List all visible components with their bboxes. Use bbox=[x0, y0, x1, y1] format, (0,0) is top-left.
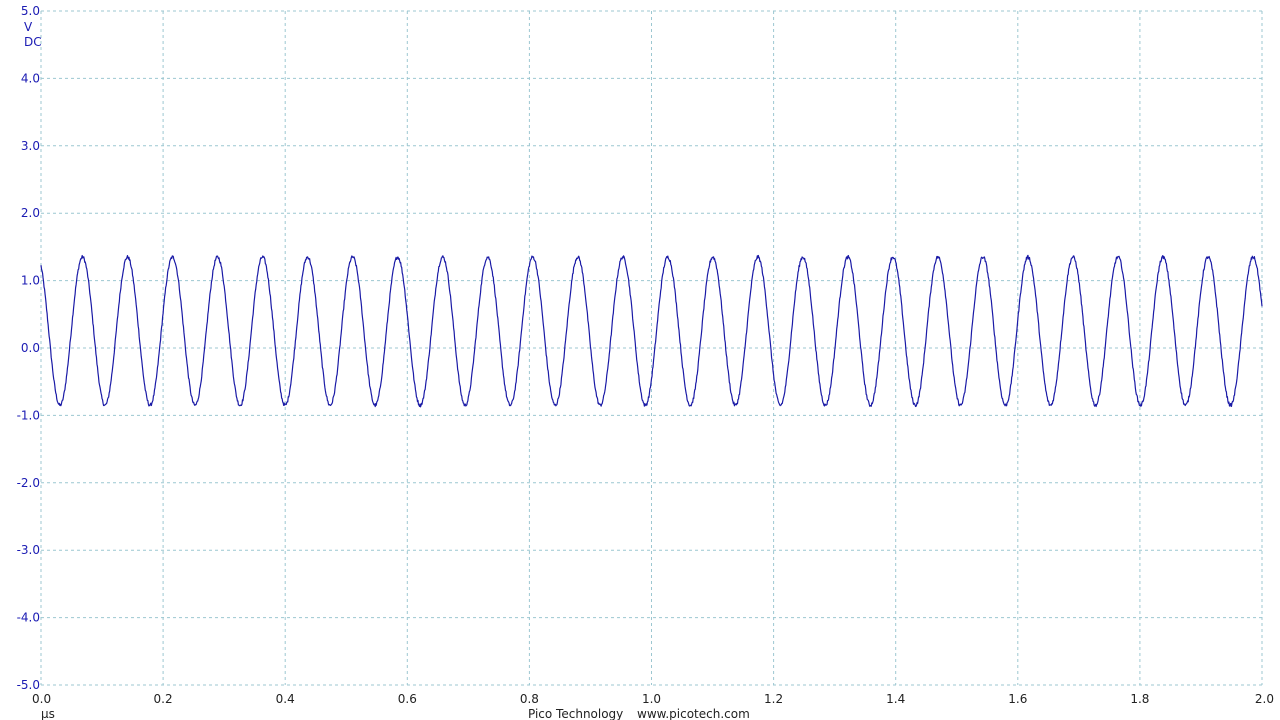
footer-brand: Pico Technology bbox=[528, 707, 623, 720]
x-tick-label: 0.6 bbox=[398, 692, 417, 706]
oscilloscope-plot: 5.0 4.0 3.0 2.0 1.0 0.0 -1.0 -2.0 -3.0 -4.0 -5.0 0… bbox=[0, 0, 1280, 720]
y-tick-label: -5.0 bbox=[17, 678, 40, 692]
y-tick-label: -1.0 bbox=[17, 408, 40, 422]
x-tick-label: 0.8 bbox=[520, 692, 539, 706]
x-tick-label: 0.0 bbox=[32, 692, 51, 706]
x-tick-label: 1.4 bbox=[886, 692, 905, 706]
x-tick-label: 1.8 bbox=[1130, 692, 1149, 706]
x-tick-label: 0.4 bbox=[276, 692, 295, 706]
y-axis-unit: V bbox=[24, 20, 33, 34]
x-tick-label: 0.2 bbox=[154, 692, 173, 706]
y-tick-label: 4.0 bbox=[21, 71, 40, 85]
y-tick-label: 1.0 bbox=[21, 274, 40, 288]
x-tick-label: 2.0 bbox=[1255, 692, 1274, 706]
y-tick-label: 2.0 bbox=[21, 206, 40, 220]
y-tick-label: 0.0 bbox=[21, 341, 40, 355]
y-tick-label: -3.0 bbox=[17, 543, 40, 557]
y-tick-label: 3.0 bbox=[21, 139, 40, 153]
x-tick-label: 1.2 bbox=[764, 692, 783, 706]
y-axis-coupling: DC bbox=[24, 35, 42, 49]
x-tick-label: 1.0 bbox=[642, 692, 661, 706]
y-tick-label: -4.0 bbox=[17, 611, 40, 625]
x-axis-unit: µs bbox=[41, 707, 55, 720]
x-tick-label: 1.6 bbox=[1008, 692, 1027, 706]
y-tick-label: 5.0 bbox=[21, 4, 40, 18]
footer-url: www.picotech.com bbox=[637, 707, 750, 720]
y-tick-label: -2.0 bbox=[17, 476, 40, 490]
plot-background bbox=[0, 0, 1280, 720]
